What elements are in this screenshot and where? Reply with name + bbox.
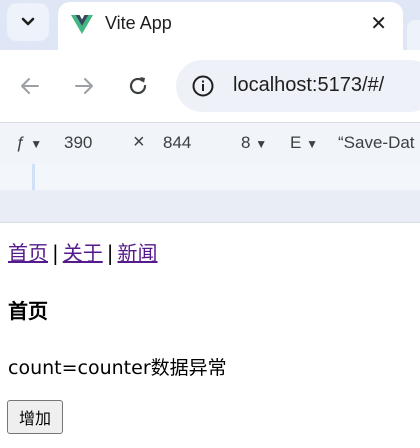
new-tab-area[interactable] bbox=[407, 20, 420, 50]
reload-icon[interactable] bbox=[126, 74, 150, 98]
arrow-right-icon[interactable] bbox=[72, 74, 96, 98]
device-ruler bbox=[0, 164, 420, 190]
vite-logo-icon bbox=[71, 15, 93, 34]
nav-link-news[interactable]: 新闻 bbox=[118, 241, 158, 265]
throttle-select[interactable]: E ▼ bbox=[290, 133, 318, 153]
browser-toolbar: localhost:5173/#/ bbox=[0, 50, 420, 122]
zoom-select[interactable]: 8 ▼ bbox=[241, 133, 267, 153]
width-input[interactable]: 390 bbox=[64, 133, 92, 153]
nav-link-home[interactable]: 首页 bbox=[8, 241, 48, 265]
caret-down-icon: ▼ bbox=[30, 137, 43, 151]
ruler-marker bbox=[32, 164, 35, 190]
device-label: ƒ bbox=[16, 133, 26, 152]
save-data-toggle[interactable]: “Save-Dat bbox=[338, 133, 415, 153]
tab-title: Vite App bbox=[105, 13, 172, 33]
tab-search-button[interactable] bbox=[7, 3, 49, 41]
nav-separator: | bbox=[106, 241, 114, 265]
address-bar[interactable]: localhost:5173/#/ bbox=[176, 60, 420, 112]
arrow-left-icon[interactable] bbox=[18, 74, 42, 98]
media-query-bar bbox=[0, 190, 420, 223]
device-toolbar: ƒ ▼ 390 × 844 8 ▼ E ▼ “Save-Dat bbox=[0, 122, 420, 165]
add-button[interactable]: 增加 bbox=[7, 400, 63, 434]
height-input[interactable]: 844 bbox=[163, 133, 191, 153]
chevron-down-icon bbox=[21, 17, 35, 26]
nav-separator: | bbox=[52, 241, 59, 265]
caret-down-icon: ▼ bbox=[255, 137, 268, 151]
tab-strip: Vite App ✕ bbox=[0, 0, 420, 50]
caret-down-icon: ▼ bbox=[306, 137, 318, 151]
router-nav: 首页 | 关于 | 新闻 bbox=[8, 237, 158, 266]
device-select[interactable]: ƒ ▼ bbox=[16, 133, 42, 153]
count-text: count=counter数据异常 bbox=[8, 357, 227, 379]
page-content: 首页 | 关于 | 新闻 首页 count=counter数据异常 增加 bbox=[0, 223, 420, 448]
zoom-label: 8 bbox=[241, 133, 251, 152]
tab-close-icon[interactable]: ✕ bbox=[370, 11, 387, 35]
throttle-label: E bbox=[290, 133, 302, 152]
dimension-times: × bbox=[133, 131, 145, 153]
url-text[interactable]: localhost:5173/#/ bbox=[233, 74, 384, 97]
page-title: 首页 bbox=[8, 299, 48, 323]
nav-link-about[interactable]: 关于 bbox=[63, 241, 103, 265]
browser-tab[interactable]: Vite App ✕ bbox=[58, 2, 403, 50]
info-icon[interactable] bbox=[191, 74, 215, 98]
